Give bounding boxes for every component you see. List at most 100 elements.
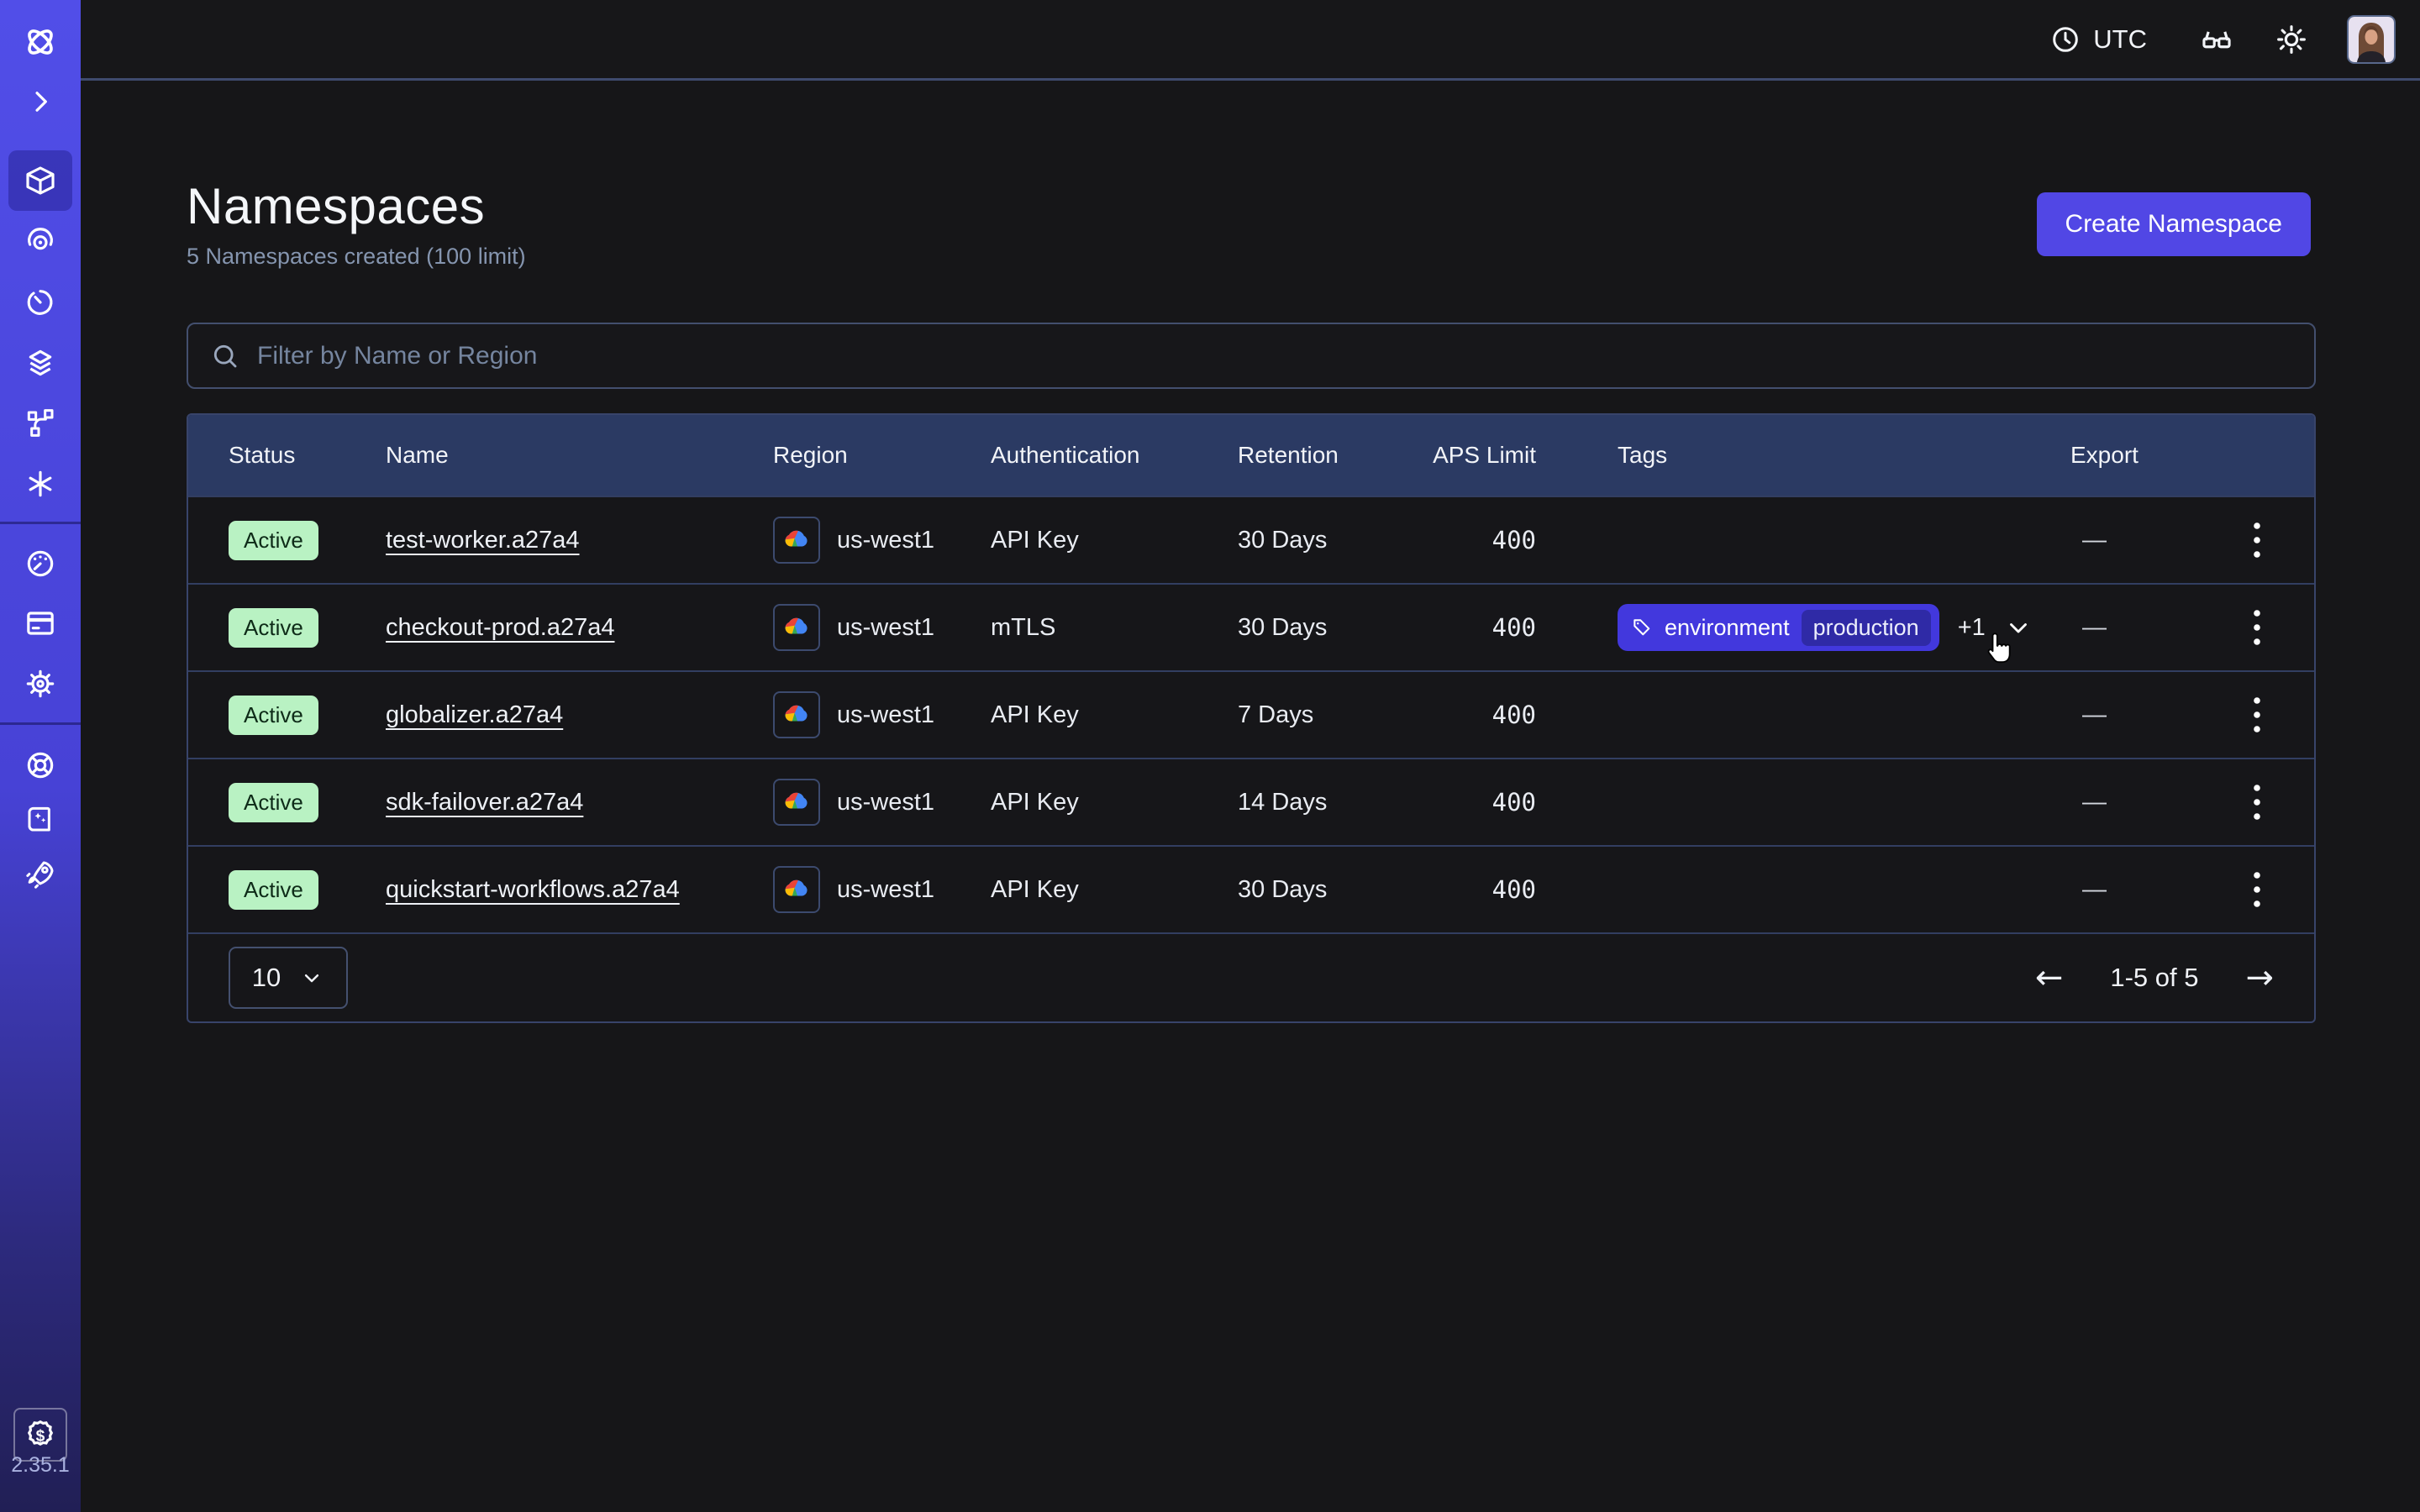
col-header-status: Status — [229, 442, 386, 469]
pagination: ← 1-5 of 5 → — [2035, 961, 2274, 995]
sidebar-item-namespaces-cube-icon[interactable] — [0, 150, 81, 211]
user-avatar[interactable] — [2347, 15, 2396, 64]
status-badge: Active — [229, 696, 318, 735]
aps-limit-cell: 400 — [1415, 613, 1536, 642]
export-value: — — [2070, 527, 2107, 554]
row-menu-kebab-icon[interactable] — [2240, 691, 2274, 738]
aps-limit-cell: 400 — [1415, 875, 1536, 904]
tag-key: environment — [1665, 615, 1790, 641]
col-header-name: Name — [386, 442, 773, 469]
table-row: Active globalizer.a27a4 us-west1 API Key… — [188, 670, 2314, 758]
sidebar-item-getting-started-rocket-icon[interactable] — [0, 844, 81, 905]
namespace-link[interactable]: sdk-failover.a27a4 — [386, 789, 583, 816]
sidebar-divider — [0, 722, 81, 725]
auth-cell: API Key — [991, 527, 1238, 554]
timezone-selector[interactable]: UTC — [2049, 24, 2147, 55]
gcp-icon — [773, 779, 820, 826]
tag-pill[interactable]: environment production — [1618, 604, 1939, 651]
timezone-label: UTC — [2093, 24, 2147, 55]
status-badge: Active — [229, 608, 318, 648]
row-menu-kebab-icon[interactable] — [2240, 779, 2274, 826]
col-header-aps-limit: APS Limit — [1415, 442, 1536, 469]
sidebar-item-usage-gauge-icon[interactable] — [0, 533, 81, 594]
sidebar-item-deployments-layers-icon[interactable] — [0, 333, 81, 393]
export-value: — — [2070, 876, 2107, 904]
next-page-arrow-right-icon[interactable]: → — [2245, 961, 2274, 995]
filter-input[interactable] — [257, 342, 2292, 370]
row-menu-kebab-icon[interactable] — [2240, 604, 2274, 651]
region-label: us-west1 — [837, 701, 934, 729]
tags-expand-chevron-down-icon[interactable] — [2004, 613, 2033, 642]
aps-limit-cell: 400 — [1415, 701, 1536, 729]
retention-cell: 30 Days — [1238, 614, 1415, 642]
glasses-icon[interactable] — [2199, 22, 2234, 57]
table-row: Active quickstart-workflows.a27a4 us-wes… — [188, 845, 2314, 932]
region-label: us-west1 — [837, 789, 934, 816]
app-version: 2.35.1 — [0, 1453, 81, 1478]
sidebar-expand-chevron-right-icon[interactable] — [0, 71, 81, 132]
row-menu-kebab-icon[interactable] — [2240, 517, 2274, 564]
page-size-select[interactable]: 10 — [229, 947, 348, 1009]
retention-cell: 7 Days — [1238, 701, 1415, 729]
main-content: Namespaces 5 Namespaces created (100 lim… — [81, 83, 2420, 1512]
search-icon — [210, 341, 240, 371]
topbar: UTC — [81, 0, 2420, 81]
auth-cell: API Key — [991, 701, 1238, 729]
namespaces-table: Status Name Region Authentication Retent… — [187, 413, 2316, 1023]
retention-cell: 30 Days — [1238, 527, 1415, 554]
page-subtitle: 5 Namespaces created (100 limit) — [187, 244, 2311, 270]
export-value: — — [2070, 789, 2107, 816]
sidebar-item-retention-timer-icon[interactable] — [0, 272, 81, 333]
tag-value: production — [1802, 610, 1931, 646]
status-badge: Active — [229, 870, 318, 910]
sidebar-item-support-lifebuoy-icon[interactable] — [0, 735, 81, 795]
sidebar-item-docs-book-sparkles-icon[interactable] — [0, 790, 81, 850]
export-value: — — [2070, 614, 2107, 642]
sidebar-item-asterisk-icon[interactable] — [0, 454, 81, 514]
filter-bar — [187, 323, 2316, 389]
auth-cell: API Key — [991, 789, 1238, 816]
namespace-link[interactable]: checkout-prod.a27a4 — [386, 614, 614, 641]
gcp-icon — [773, 691, 820, 738]
namespace-link[interactable]: quickstart-workflows.a27a4 — [386, 876, 680, 903]
sidebar-item-billing-card-icon[interactable] — [0, 593, 81, 654]
sidebar-item-settings-gear-icon[interactable] — [0, 654, 81, 714]
tag-icon — [1631, 617, 1653, 638]
region-label: us-west1 — [837, 527, 934, 554]
temporal-logo[interactable] — [0, 12, 81, 72]
gcp-icon — [773, 866, 820, 913]
status-badge: Active — [229, 783, 318, 822]
region-label: us-west1 — [837, 876, 934, 904]
row-menu-kebab-icon[interactable] — [2240, 866, 2274, 913]
previous-page-arrow-left-icon[interactable]: ← — [2035, 961, 2064, 995]
retention-cell: 14 Days — [1238, 789, 1415, 816]
sidebar: $ 2.35.1 — [0, 0, 81, 1512]
clock-icon — [2049, 24, 2081, 55]
table-row: Active sdk-failover.a27a4 us-west1 API K… — [188, 758, 2314, 845]
retention-cell: 30 Days — [1238, 876, 1415, 904]
table-header-row: Status Name Region Authentication Retent… — [188, 415, 2314, 496]
col-header-authentication: Authentication — [991, 442, 1238, 469]
sidebar-item-nexus-branch-icon[interactable] — [0, 393, 81, 454]
sidebar-item-insights-icon[interactable] — [0, 211, 81, 271]
gcp-icon — [773, 517, 820, 564]
region-label: us-west1 — [837, 614, 934, 642]
namespace-link[interactable]: globalizer.a27a4 — [386, 701, 563, 728]
gcp-icon — [773, 604, 820, 651]
theme-toggle-sun-icon[interactable] — [2275, 23, 2308, 56]
auth-cell: mTLS — [991, 614, 1238, 642]
col-header-tags: Tags — [1536, 442, 2070, 469]
pagination-range: 1-5 of 5 — [2110, 963, 2198, 993]
table-row: Active checkout-prod.a27a4 us-west1 mTLS… — [188, 583, 2314, 670]
table-row: Active test-worker.a27a4 us-west1 API Ke… — [188, 496, 2314, 583]
create-namespace-button[interactable]: Create Namespace — [2037, 192, 2311, 256]
tag-more-count: +1 — [1958, 614, 1986, 642]
col-header-export: Export — [2070, 442, 2274, 469]
col-header-region: Region — [773, 442, 991, 469]
export-value: — — [2070, 701, 2107, 729]
auth-cell: API Key — [991, 876, 1238, 904]
sidebar-divider — [0, 522, 81, 524]
svg-text:$: $ — [36, 1427, 45, 1445]
namespace-link[interactable]: test-worker.a27a4 — [386, 527, 580, 554]
aps-limit-cell: 400 — [1415, 526, 1536, 554]
